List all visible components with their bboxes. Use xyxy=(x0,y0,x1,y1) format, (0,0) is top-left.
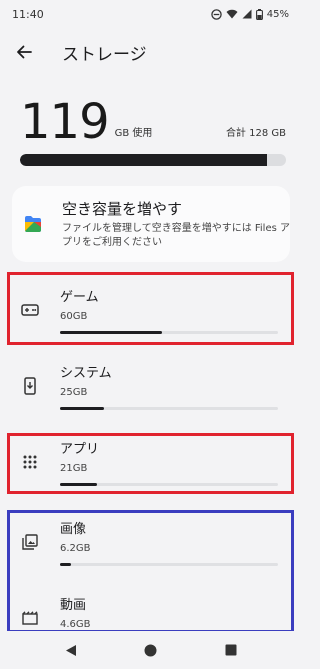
files-app-icon xyxy=(25,216,41,232)
status-icons: 45% xyxy=(211,8,289,20)
nav-recents-icon xyxy=(225,644,236,656)
category-usage-bar xyxy=(60,483,278,486)
category-label: 動画 xyxy=(60,598,87,613)
nav-recents-button[interactable] xyxy=(219,638,243,662)
category-games[interactable]: ゲーム 60GB xyxy=(12,274,290,346)
free-up-space-card[interactable]: 空き容量を増やす ファイルを管理して空き容量を増やすには Files アプリをご… xyxy=(12,186,290,262)
movie-icon xyxy=(20,608,40,628)
back-button[interactable] xyxy=(0,28,48,76)
free-up-description: ファイルを管理して空き容量を増やすには Files アプリをご利用ください xyxy=(62,223,291,248)
total-capacity: 合計 128 GB xyxy=(225,128,286,139)
page-title: ストレージ xyxy=(62,44,147,65)
category-usage-bar xyxy=(60,563,278,566)
battery-icon xyxy=(255,8,263,20)
status-time: 11:40 xyxy=(12,7,44,21)
free-up-title: 空き容量を増やす xyxy=(62,200,183,218)
used-amount: 119 xyxy=(20,94,110,150)
category-size: 6.2GB xyxy=(60,543,91,554)
used-unit: GB 使用 xyxy=(114,128,153,139)
category-size: 25GB xyxy=(60,387,88,398)
category-usage-fill xyxy=(60,331,163,334)
category-label: アプリ xyxy=(60,442,100,457)
usage-progress-bar xyxy=(20,154,286,166)
arrow-back-icon xyxy=(17,45,32,59)
category-size: 60GB xyxy=(60,311,88,322)
nav-back-icon xyxy=(65,644,76,656)
category-usage-fill xyxy=(60,483,98,486)
nav-home-icon xyxy=(144,644,157,656)
apps-grid-icon xyxy=(20,452,40,472)
category-label: ゲーム xyxy=(60,290,99,305)
gamepad-icon xyxy=(20,300,40,320)
system-navigation-bar xyxy=(0,631,301,669)
category-size: 4.6GB xyxy=(60,619,91,630)
nav-back-button[interactable] xyxy=(59,638,83,662)
category-usage-bar xyxy=(60,407,278,410)
signal-icon xyxy=(242,9,252,19)
system-update-icon xyxy=(20,376,40,396)
category-label: システム xyxy=(60,366,112,381)
category-label: 画像 xyxy=(60,522,87,537)
category-size: 21GB xyxy=(60,463,88,474)
category-apps[interactable]: アプリ 21GB xyxy=(12,426,290,498)
category-system[interactable]: システム 25GB xyxy=(12,350,290,422)
status-bar: 11:40 45% xyxy=(0,0,301,28)
storage-usage-summary: 119 GB 使用 合計 128 GB xyxy=(20,88,286,166)
category-usage-fill xyxy=(60,563,71,566)
usage-progress-fill xyxy=(20,154,268,166)
category-usage-bar xyxy=(60,331,278,334)
wifi-icon xyxy=(226,9,238,19)
battery-percent: 45% xyxy=(266,8,289,20)
category-videos[interactable]: 動画 4.6GB xyxy=(12,582,290,630)
app-bar: ストレージ xyxy=(0,28,301,76)
nav-home-button[interactable] xyxy=(139,638,163,662)
dnd-icon xyxy=(211,8,222,20)
photo-library-icon xyxy=(20,532,40,552)
category-usage-fill xyxy=(60,407,104,410)
category-images[interactable]: 画像 6.2GB xyxy=(12,506,290,578)
